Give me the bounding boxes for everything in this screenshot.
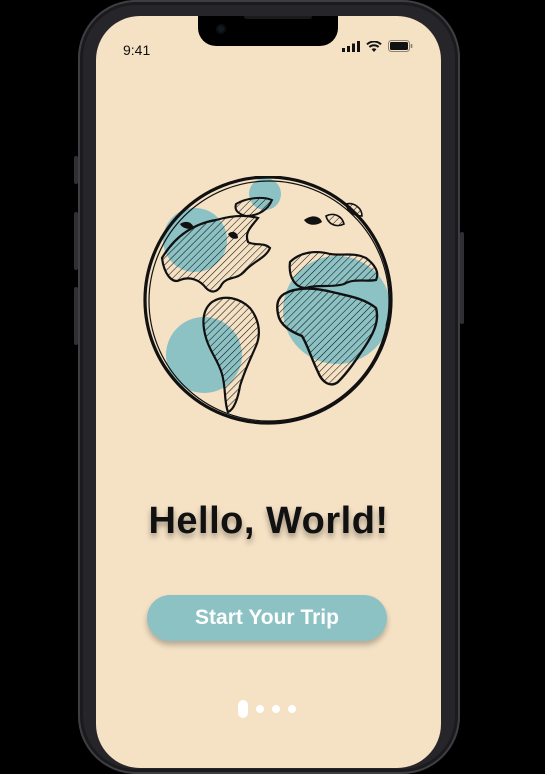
volume-up-button xyxy=(74,212,78,270)
status-icons xyxy=(342,40,413,52)
notch xyxy=(198,16,338,46)
pagination-dots xyxy=(238,700,296,718)
page-dot-2[interactable] xyxy=(256,705,264,713)
power-button xyxy=(460,232,464,324)
start-trip-button[interactable]: Start Your Trip xyxy=(147,595,387,641)
greenland-shape xyxy=(234,196,274,218)
page-title: Hello, World! xyxy=(148,500,389,542)
app-screen: 9:41 Hello, World! Start Your Trip xyxy=(96,16,441,768)
page-dot-4[interactable] xyxy=(288,705,296,713)
status-time: 9:41 xyxy=(123,42,151,58)
wifi-icon xyxy=(366,40,382,52)
battery-icon xyxy=(388,40,413,52)
speaker xyxy=(244,16,312,19)
silent-switch xyxy=(74,156,78,184)
signal-icon xyxy=(342,40,360,52)
globe-illustration xyxy=(143,176,393,425)
page-dot-1-active[interactable] xyxy=(238,700,248,718)
camera xyxy=(216,24,226,34)
page-dot-3[interactable] xyxy=(272,705,280,713)
volume-down-button xyxy=(74,287,78,345)
